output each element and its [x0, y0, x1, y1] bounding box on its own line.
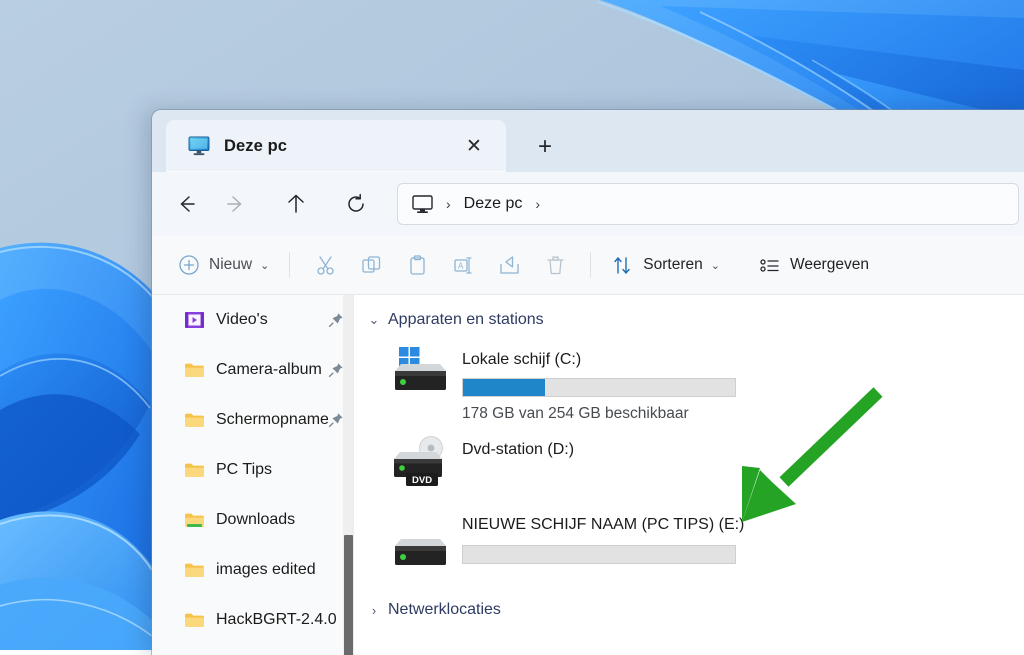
sidebar-item-hackbgrt[interactable]: HackBGRT-2.4.0	[152, 595, 354, 645]
drive-details-c: Lokale schijf (C:) 178 GB van 254 GB bes…	[462, 343, 736, 423]
share-button[interactable]	[486, 246, 532, 284]
toolbar-divider	[289, 252, 290, 278]
breadcrumb-separator: ›	[446, 196, 451, 212]
folder-icon	[184, 461, 205, 479]
scissors-icon	[314, 254, 337, 277]
file-explorer-window: Deze pc ✕ + › Deze pc ›	[152, 110, 1024, 655]
monitor-icon	[188, 136, 210, 156]
share-icon	[498, 254, 521, 277]
view-button[interactable]: Weergeven	[750, 247, 877, 283]
downloads-folder-icon	[184, 511, 205, 529]
sidebar-label: Video's	[216, 311, 268, 329]
capacity-bar	[462, 378, 736, 397]
tab-strip: Deze pc ✕ +	[152, 110, 1024, 172]
sidebar-item-images-edited[interactable]: images edited	[152, 545, 354, 595]
drive-details-d: Dvd-station (D:)	[462, 433, 574, 496]
sidebar-item-downloads[interactable]: Downloads	[152, 495, 354, 545]
removable-drive-icon	[388, 514, 454, 579]
delete-button[interactable]	[532, 246, 578, 284]
address-bar[interactable]: › Deze pc ›	[398, 184, 1018, 224]
copy-icon	[360, 254, 383, 277]
close-icon[interactable]: ✕	[460, 132, 488, 160]
view-button-label: Weergeven	[790, 256, 869, 274]
chevron-down-icon: ⌄	[260, 259, 269, 272]
group-title: Apparaten en stations	[388, 311, 544, 329]
new-button-label: Nieuw	[209, 256, 252, 274]
sidebar-item-schermopnamen[interactable]: Schermopnamen	[152, 395, 354, 445]
sort-button-label: Sorteren	[643, 256, 702, 274]
sidebar-label: Downloads	[216, 511, 295, 529]
group-header-network[interactable]: › Netwerklocaties	[362, 593, 1024, 627]
folder-icon	[184, 611, 205, 629]
sidebar-label: Camera-album	[216, 361, 322, 379]
new-button[interactable]: Nieuw ⌄	[170, 247, 277, 283]
copy-button[interactable]	[348, 246, 394, 284]
windows-drive-icon	[388, 343, 454, 423]
monitor-icon	[412, 195, 433, 214]
rename-button[interactable]: A	[440, 246, 486, 284]
forward-button[interactable]	[216, 185, 256, 223]
sidebar-label: HackBGRT-2.4.0	[216, 611, 337, 629]
back-button[interactable]	[166, 185, 206, 223]
navigation-pane: Video's Camera-album	[152, 295, 354, 655]
drive-details-e: NIEUWE SCHIJF NAAM (PC TIPS) (E:)	[462, 514, 744, 579]
sidebar-item-videos[interactable]: Video's	[152, 295, 354, 345]
sort-arrows-icon	[611, 254, 634, 277]
cut-button[interactable]	[302, 246, 348, 284]
chevron-right-icon: ›	[362, 603, 386, 618]
rename-icon: A	[452, 254, 475, 277]
drive-capacity-text: 178 GB van 254 GB beschikbaar	[462, 405, 736, 423]
sidebar-label: images edited	[216, 561, 316, 579]
breadcrumb-separator-2[interactable]: ›	[535, 196, 540, 212]
drive-item-c[interactable]: Lokale schijf (C:) 178 GB van 254 GB bes…	[362, 343, 1024, 423]
pin-icon[interactable]	[328, 362, 344, 378]
file-list-pane: ⌄ Apparaten en stations	[354, 295, 1024, 655]
drive-item-e[interactable]: NIEUWE SCHIJF NAAM (PC TIPS) (E:)	[362, 514, 1024, 579]
folder-icon	[184, 361, 205, 379]
explorer-body: Video's Camera-album	[152, 295, 1024, 655]
sidebar-item-pc-tips[interactable]: PC Tips	[152, 445, 354, 495]
plus-circle-icon	[178, 254, 200, 276]
video-folder-icon	[184, 311, 205, 329]
tab-deze-pc[interactable]: Deze pc ✕	[166, 120, 506, 172]
sidebar-scroll-thumb[interactable]	[344, 535, 353, 655]
new-tab-icon[interactable]: +	[530, 132, 560, 162]
sort-button[interactable]: Sorteren ⌄	[603, 247, 728, 283]
drive-name: NIEUWE SCHIJF NAAM (PC TIPS) (E:)	[462, 514, 744, 536]
dvd-badge-label: DVD	[412, 475, 432, 486]
folder-icon	[184, 411, 205, 429]
sidebar-label: Schermopnamen	[216, 411, 328, 429]
drive-name: Dvd-station (D:)	[462, 441, 574, 459]
group-header-devices[interactable]: ⌄ Apparaten en stations	[362, 303, 1024, 337]
refresh-button[interactable]	[336, 185, 376, 223]
command-bar: Nieuw ⌄ A	[152, 236, 1024, 295]
capacity-bar-e	[462, 545, 736, 564]
pin-icon[interactable]	[328, 412, 344, 428]
sidebar-item-camera-album[interactable]: Camera-album	[152, 345, 354, 395]
pin-icon[interactable]	[328, 312, 344, 328]
toolbar-divider-2	[590, 252, 591, 278]
up-button[interactable]	[276, 185, 316, 223]
chevron-down-icon-2: ⌄	[711, 259, 720, 272]
group-title: Netwerklocaties	[388, 601, 501, 619]
chevron-down-icon: ⌄	[362, 312, 386, 328]
view-list-icon	[758, 254, 781, 277]
folder-icon	[184, 561, 205, 579]
trash-icon	[544, 254, 567, 277]
tab-title: Deze pc	[224, 137, 287, 156]
paste-button[interactable]	[394, 246, 440, 284]
capacity-bar-fill	[463, 379, 545, 396]
sidebar-label: PC Tips	[216, 461, 272, 479]
dvd-drive-icon: DVD	[388, 433, 454, 496]
drive-item-d[interactable]: DVD Dvd-station (D:)	[362, 433, 1024, 496]
paste-icon	[406, 254, 429, 277]
svg-text:A: A	[458, 261, 464, 270]
breadcrumb-item-deze-pc[interactable]: Deze pc	[464, 195, 523, 213]
drive-name: Lokale schijf (C:)	[462, 351, 736, 369]
navigation-bar: › Deze pc ›	[152, 172, 1024, 236]
